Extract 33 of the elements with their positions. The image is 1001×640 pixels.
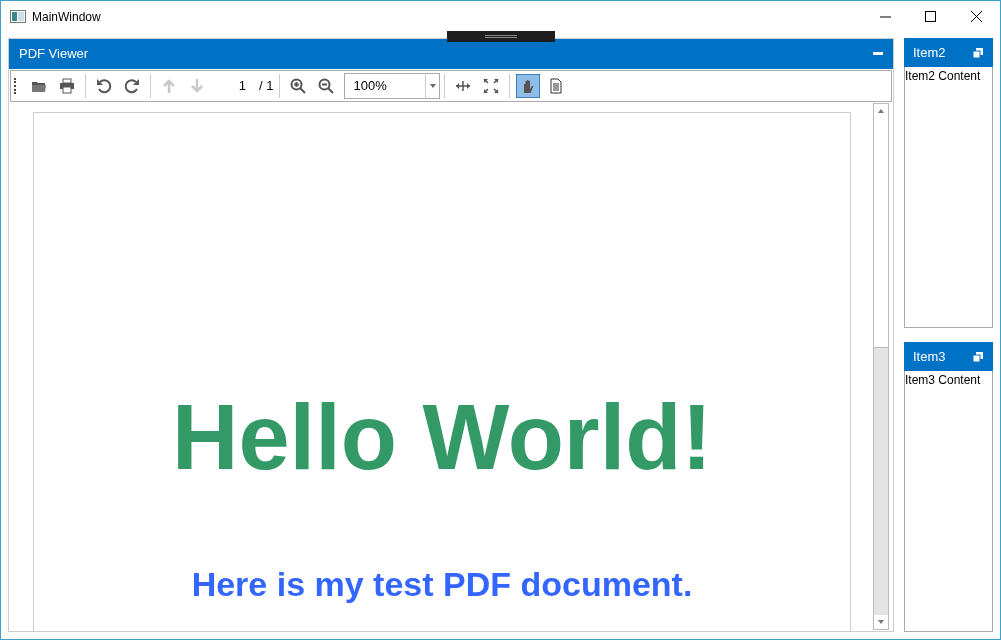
scrollbar-thumb[interactable] (874, 118, 888, 348)
document-subtitle: Here is my test PDF document. (191, 567, 693, 601)
vertical-scrollbar[interactable] (873, 103, 889, 630)
scroll-up-icon[interactable] (878, 109, 884, 113)
expand-arrows-icon (483, 78, 500, 94)
move-arrows-icon (455, 78, 472, 94)
hand-tool-button[interactable] (516, 74, 541, 98)
maximize-icon[interactable] (925, 11, 936, 22)
panel-content-text: Item3 Content (905, 372, 982, 389)
restore-icon[interactable] (973, 47, 983, 58)
minimize-icon[interactable] (873, 52, 883, 56)
panel-content-text: Item2 Content (905, 68, 982, 85)
zoom-out-icon (318, 78, 335, 94)
panel-title: Item3 (913, 347, 947, 366)
printer-icon (59, 78, 75, 94)
window-title: MainWindow (32, 8, 101, 26)
panel-title: PDF Viewer (19, 45, 89, 64)
document-icon (548, 78, 565, 94)
arrow-up-icon (161, 78, 177, 94)
app-icon (10, 10, 26, 23)
undo-icon (96, 78, 112, 94)
arrow-down-icon (189, 78, 205, 94)
document-heading: Hello World! (171, 391, 713, 483)
zoom-dropdown[interactable]: 100% (344, 73, 441, 99)
redo-icon (124, 78, 140, 94)
dropdown-caret-icon[interactable] (429, 84, 436, 88)
page-count: / 1 (259, 77, 274, 96)
drag-handle[interactable] (447, 31, 555, 42)
close-icon[interactable] (971, 11, 982, 22)
restore-icon[interactable] (973, 351, 983, 362)
scroll-down-icon[interactable] (878, 620, 884, 624)
zoom-in-icon (290, 78, 307, 94)
panel-title: Item2 (913, 43, 947, 62)
